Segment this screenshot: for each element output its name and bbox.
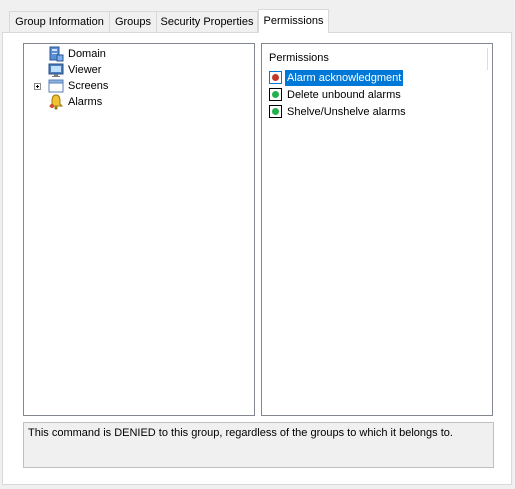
tab-group-information[interactable]: Group Information (9, 11, 110, 32)
tree-item-label: Domain (68, 48, 106, 60)
screens-icon (48, 79, 64, 93)
viewer-icon (48, 63, 64, 77)
permissions-header: Permissions (269, 52, 329, 64)
expand-icon[interactable] (34, 83, 41, 90)
denied-state-icon[interactable] (269, 71, 282, 84)
permission-label: Shelve/Unshelve alarms (287, 106, 406, 118)
tab-security-properties[interactable]: Security Properties (156, 11, 258, 32)
allowed-state-icon[interactable] (269, 88, 282, 101)
domain-icon (49, 46, 64, 62)
tab-bar: Group Information Groups Security Proper… (0, 0, 515, 33)
allowed-state-icon[interactable] (269, 105, 282, 118)
tree-item-label: Alarms (68, 96, 103, 108)
permission-label: Alarm acknowledgment (285, 70, 404, 86)
permissions-list[interactable]: Permissions Alarm acknowledgment Delete … (261, 43, 493, 416)
tab-groups[interactable]: Groups (109, 11, 157, 32)
tab-permissions[interactable]: Permissions (258, 9, 329, 33)
tree-item-label: Screens (68, 80, 109, 92)
tree-item-label: Viewer (68, 64, 102, 76)
permission-description: This command is DENIED to this group, re… (23, 422, 494, 468)
object-tree[interactable]: Domain Viewer Screens Alarms (23, 43, 255, 416)
column-divider (487, 48, 488, 70)
permission-label: Delete unbound alarms (287, 89, 401, 101)
alarms-icon (48, 94, 64, 110)
